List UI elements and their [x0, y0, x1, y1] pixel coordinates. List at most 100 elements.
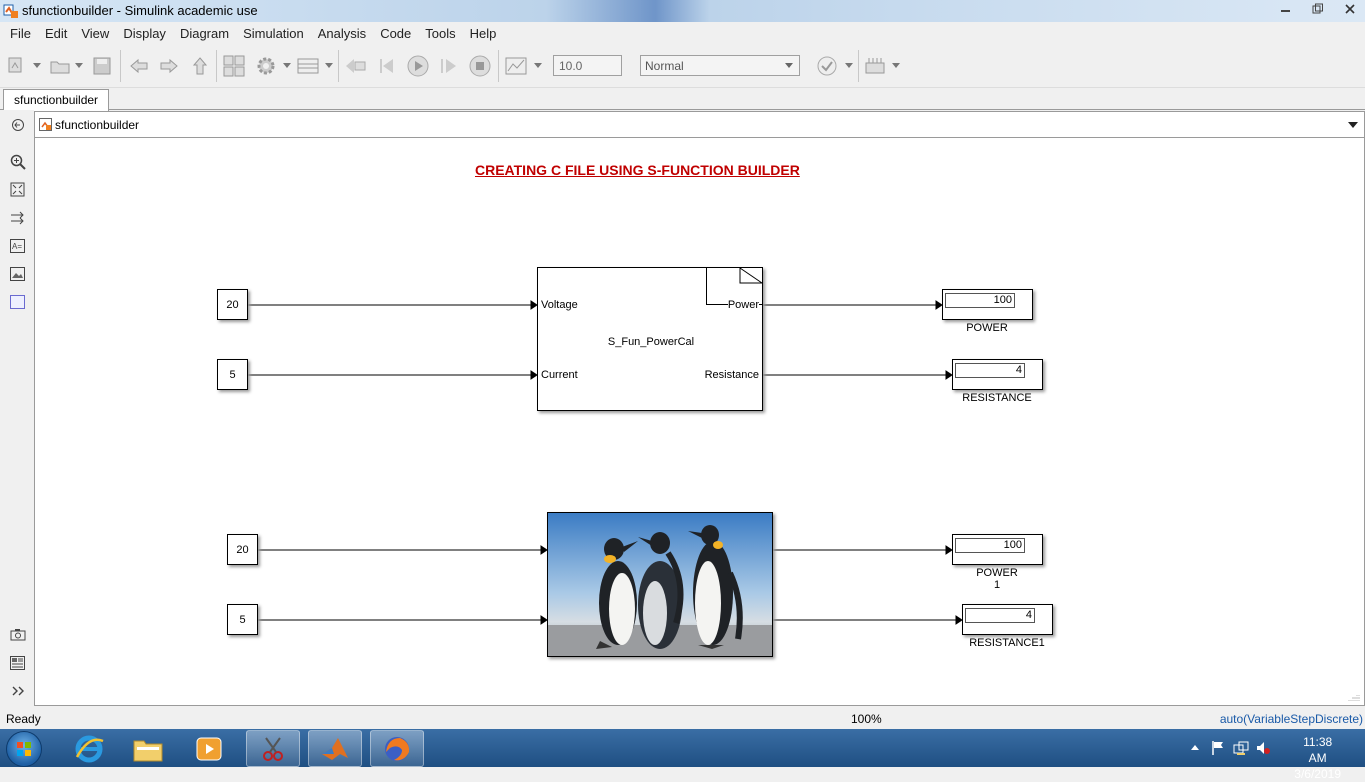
- menu-bar: File Edit View Display Diagram Simulatio…: [0, 22, 1365, 44]
- taskbar-media-player[interactable]: [182, 730, 236, 767]
- camera-icon: [10, 629, 25, 641]
- constant-block-current[interactable]: 5: [217, 359, 248, 390]
- back-button[interactable]: [127, 54, 151, 78]
- model-advisor-dropdown[interactable]: [842, 54, 856, 78]
- save-button[interactable]: [90, 54, 114, 78]
- property-inspector-button[interactable]: [9, 654, 26, 671]
- hide-explorer-button[interactable]: [9, 116, 26, 133]
- expand-palette-button[interactable]: [9, 682, 26, 699]
- tab-sfunctionbuilder[interactable]: sfunctionbuilder: [3, 89, 110, 111]
- menu-view[interactable]: View: [74, 26, 116, 41]
- taskbar-file-explorer[interactable]: [121, 730, 175, 767]
- constant-block-voltage[interactable]: 20: [217, 289, 248, 320]
- step-forward-button[interactable]: [437, 54, 461, 78]
- data-inspector-button[interactable]: [504, 54, 528, 78]
- taskbar-clock[interactable]: 11:38 AM 3/6/2019: [1294, 734, 1341, 782]
- simulation-mode-select[interactable]: Normal: [640, 55, 800, 76]
- annotation-button[interactable]: A=: [9, 237, 26, 254]
- simulation-mode-value: Normal: [645, 59, 684, 73]
- constant-block-voltage-2[interactable]: 20: [227, 534, 258, 565]
- double-chevron-right-icon: [12, 686, 24, 695]
- open-dropdown[interactable]: [72, 54, 86, 78]
- menu-file[interactable]: File: [3, 26, 38, 41]
- menu-display[interactable]: Display: [116, 26, 173, 41]
- forward-button[interactable]: [157, 54, 181, 78]
- tray-overflow-icon[interactable]: [1191, 744, 1199, 750]
- model-settings-button[interactable]: [254, 54, 278, 78]
- action-center-flag-icon[interactable]: [1211, 740, 1225, 756]
- step-back-button[interactable]: [376, 54, 400, 78]
- minimize-button[interactable]: [1271, 0, 1301, 18]
- route-lines-button[interactable]: [9, 209, 26, 226]
- breadcrumb[interactable]: sfunctionbuilder: [55, 118, 139, 132]
- model-explorer-dropdown[interactable]: [322, 54, 336, 78]
- taskbar-firefox[interactable]: [370, 730, 424, 767]
- network-icon[interactable]: [1233, 740, 1249, 756]
- play-icon: [407, 55, 429, 77]
- menu-diagram[interactable]: Diagram: [173, 26, 236, 41]
- firefox-icon: [385, 736, 410, 761]
- display-value: 100: [955, 538, 1025, 553]
- folder-icon: [133, 740, 163, 761]
- library-icon: [223, 55, 245, 77]
- chevron-down-icon[interactable]: [1348, 122, 1358, 128]
- zoom-button[interactable]: [9, 153, 26, 170]
- menu-help[interactable]: Help: [463, 26, 504, 41]
- block-label-resistance-1[interactable]: RESISTANCE1: [947, 637, 1067, 649]
- stop-button[interactable]: [468, 54, 492, 78]
- taskbar-internet-explorer[interactable]: [62, 730, 116, 767]
- image-icon: [10, 266, 25, 281]
- window-title: sfunctionbuilder - Simulink academic use: [22, 3, 258, 18]
- model-explorer-button[interactable]: [296, 54, 320, 78]
- close-button[interactable]: [1335, 0, 1365, 18]
- model-settings-dropdown[interactable]: [280, 54, 294, 78]
- properties-icon: [10, 655, 25, 670]
- arrow-left-icon: [130, 58, 148, 74]
- block-label-resistance[interactable]: RESISTANCE: [937, 392, 1057, 404]
- block-label-power[interactable]: POWER: [927, 322, 1047, 334]
- data-inspector-dropdown[interactable]: [531, 54, 545, 78]
- s-function-name: S_Fun_PowerCal: [607, 336, 695, 348]
- up-button[interactable]: [188, 54, 212, 78]
- new-model-dropdown[interactable]: [30, 54, 44, 78]
- fit-to-view-button[interactable]: [9, 181, 26, 198]
- image-button[interactable]: [9, 265, 26, 282]
- taskbar-matlab[interactable]: [308, 730, 362, 767]
- taskbar-snipping-tool[interactable]: [246, 730, 300, 767]
- display-block-resistance-1[interactable]: 4: [962, 604, 1053, 635]
- run-button[interactable]: [406, 54, 430, 78]
- model-advisor-button[interactable]: [815, 54, 839, 78]
- stop-time-input[interactable]: 10.0: [553, 55, 622, 76]
- taskbar: 11:38 AM 3/6/2019: [0, 729, 1365, 781]
- diagram-canvas[interactable]: CREATING C FILE USING S-FUNCTION BUILDER…: [34, 138, 1365, 706]
- masked-block-penguin-image[interactable]: [547, 512, 773, 657]
- area-button[interactable]: [9, 293, 26, 310]
- s-function-block[interactable]: Voltage Current Power Resistance S_Fun_P…: [537, 267, 763, 411]
- chevron-down-icon: [892, 63, 900, 68]
- new-model-button[interactable]: [6, 54, 30, 78]
- screenshot-button[interactable]: [9, 626, 26, 643]
- display-block-power-1[interactable]: 100: [952, 534, 1043, 565]
- start-button[interactable]: [6, 731, 42, 767]
- resize-grip-icon[interactable]: [1348, 695, 1360, 701]
- check-icon: [817, 56, 837, 76]
- build-button[interactable]: [863, 54, 887, 78]
- open-button[interactable]: [48, 54, 72, 78]
- solver-link[interactable]: auto(VariableStepDiscrete): [1220, 712, 1363, 726]
- matlab-icon: [322, 737, 348, 760]
- constant-block-current-2[interactable]: 5: [227, 604, 258, 635]
- block-label-power-1-line1[interactable]: POWER: [937, 567, 1057, 579]
- display-block-resistance[interactable]: 4: [952, 359, 1043, 390]
- menu-tools[interactable]: Tools: [418, 26, 462, 41]
- menu-analysis[interactable]: Analysis: [311, 26, 373, 41]
- library-browser-button[interactable]: [222, 54, 246, 78]
- menu-code[interactable]: Code: [373, 26, 418, 41]
- build-dropdown[interactable]: [889, 54, 903, 78]
- block-label-power-1-line2[interactable]: 1: [937, 579, 1057, 591]
- menu-edit[interactable]: Edit: [38, 26, 74, 41]
- menu-simulation[interactable]: Simulation: [236, 26, 311, 41]
- display-block-power[interactable]: 100: [942, 289, 1033, 320]
- volume-muted-icon[interactable]: [1255, 740, 1271, 756]
- restore-button[interactable]: [1303, 0, 1333, 18]
- step-back-config-button[interactable]: [344, 54, 368, 78]
